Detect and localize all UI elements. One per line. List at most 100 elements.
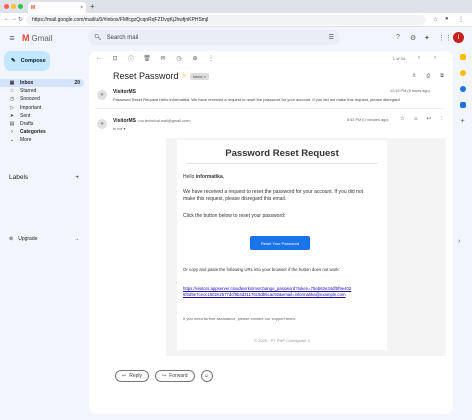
browser-tab[interactable]: M ×: [28, 2, 86, 13]
thread-actions: ⇕ ⎙ ⧉: [412, 73, 444, 79]
report-spam-icon[interactable]: ⓘ: [125, 54, 137, 63]
forward-button[interactable]: ↪ Forward: [155, 370, 195, 382]
emoji-button[interactable]: ☺: [200, 370, 213, 382]
sidebar-item-label: Important: [20, 104, 42, 111]
search-options-icon[interactable]: ☰: [329, 34, 334, 41]
main-menu-icon[interactable]: ≡: [7, 33, 17, 43]
star-icon[interactable]: ☆: [400, 116, 405, 122]
contacts-icon[interactable]: [459, 102, 466, 108]
tasks-icon[interactable]: [459, 86, 466, 92]
archive-icon[interactable]: ⊡: [109, 55, 121, 62]
url-text: https://mail.google.com/mail/u/0/#inbox/…: [32, 17, 209, 23]
forward-label: Forward: [169, 373, 188, 379]
window-minimize-dot[interactable]: [11, 4, 16, 9]
expand-all-icon[interactable]: ⇕: [412, 73, 416, 79]
url-bar[interactable]: https://mail.google.com/mail/u/0/#inbox/…: [26, 15, 426, 25]
upgrade-icon: ⊚: [9, 236, 14, 242]
sidebar-item-more[interactable]: ⌄ More: [0, 136, 84, 144]
sidebar-item-drafts[interactable]: ▤ Drafts: [0, 120, 84, 128]
email-paragraph: Or copy and paste the following URL into…: [183, 267, 340, 272]
add-addon-icon[interactable]: +: [460, 118, 464, 125]
subject-text: Reset Password: [113, 71, 179, 81]
window-close-dot[interactable]: [4, 4, 9, 9]
gmail-logo[interactable]: M Gmail: [22, 33, 52, 43]
clock-icon: ◷: [9, 96, 15, 103]
snooze-icon[interactable]: ◷: [173, 55, 185, 62]
greeting-prefix: Hello: [183, 174, 196, 180]
help-icon[interactable]: ?: [396, 34, 400, 41]
chevron-right-icon: ›: [11, 129, 13, 136]
recipient-dropdown[interactable]: to me ▾: [113, 126, 191, 131]
browser-menu-icon[interactable]: ⋮: [458, 16, 464, 23]
forward-icon[interactable]: →: [11, 16, 17, 22]
message-time: 6:53 PM (0 minutes ago): [347, 118, 389, 122]
sender-email: <no.technical.mail@gmail.com>: [137, 119, 192, 123]
reset-link[interactable]: https://visitors.appserver.cloudworks/ms…: [183, 286, 353, 298]
keep-icon[interactable]: [459, 70, 466, 76]
title-divider: [186, 163, 378, 164]
back-icon[interactable]: ←: [4, 16, 10, 22]
message-toolbar: ← ⊡ ⓘ 🗑︎ ✉ ◷ ⊕ ⋮ 1 of 34 ‹ ›: [93, 53, 445, 63]
gemini-icon[interactable]: ✦: [424, 34, 430, 42]
compose-button[interactable]: ✎ Compose: [4, 51, 50, 71]
older-icon[interactable]: ›: [429, 55, 441, 61]
important-icon: ▷: [10, 104, 14, 111]
open-new-window-icon[interactable]: ⧉: [440, 73, 444, 79]
important-marker-icon[interactable]: »: [183, 73, 186, 79]
reply-icon[interactable]: ↩: [427, 116, 432, 122]
newer-icon[interactable]: ‹: [413, 55, 425, 61]
sender-avatar: ●: [97, 90, 107, 100]
upgrade-button[interactable]: ⊚ Upgrade →: [9, 236, 79, 242]
reset-password-button[interactable]: Reset Your Password: [250, 236, 310, 250]
window-maximize-dot[interactable]: [18, 4, 23, 9]
draft-icon: ▤: [9, 121, 15, 128]
sidebar-item-starred[interactable]: ☆ Starred: [0, 87, 84, 95]
reload-icon[interactable]: ↻: [18, 16, 23, 23]
compose-label: Compose: [20, 58, 46, 64]
gmail-favicon-icon: M: [31, 4, 36, 11]
new-tab-button[interactable]: +: [90, 2, 95, 11]
message-actions: ☆ ☺ ↩ ⋮: [400, 116, 445, 122]
sidebar-item-important[interactable]: ▷ Important: [0, 104, 84, 112]
arrow-right-icon: →: [74, 236, 79, 242]
sidebar-item-snoozed[interactable]: ◷ Snoozed: [0, 95, 84, 103]
search-icon[interactable]: 🔍︎: [94, 34, 102, 41]
sidebar-item-label: More: [20, 137, 32, 144]
emoji-react-icon[interactable]: ☺: [413, 116, 419, 122]
print-icon[interactable]: ⎙: [426, 73, 430, 79]
settings-icon[interactable]: ⚙: [410, 34, 416, 42]
send-icon: ➤: [9, 112, 15, 119]
sidebar-item-label: Starred: [20, 88, 37, 95]
reply-label: Reply: [129, 373, 142, 379]
expand-side-panel-icon[interactable]: ›: [458, 238, 460, 245]
delete-icon[interactable]: 🗑︎: [141, 55, 153, 62]
sidebar-item-categories[interactable]: › Categories: [0, 128, 84, 136]
sidebar-item-inbox[interactable]: ▣ Inbox 20: [0, 79, 84, 88]
pagination-text: 1 of 34: [392, 55, 405, 61]
labels-heading: Labels: [9, 174, 29, 181]
reply-button[interactable]: ↩ Reply: [115, 370, 149, 382]
profile-icon[interactable]: ●: [445, 16, 449, 22]
inbox-icon: ▣: [9, 80, 15, 87]
email-footer: © 2025 - PT PHP Codeigniter 4: [254, 338, 310, 343]
mark-unread-icon[interactable]: ✉: [157, 55, 169, 62]
add-task-icon[interactable]: ⊕: [189, 55, 201, 62]
sender-avatar: ●: [97, 119, 107, 129]
inbox-label-chip[interactable]: Inbox ×: [189, 72, 210, 80]
apps-icon[interactable]: ⋮⋮: [438, 34, 452, 42]
account-avatar[interactable]: I: [453, 32, 464, 43]
sender-name: VisitorMS: [113, 118, 136, 124]
tab-close-icon[interactable]: ×: [80, 5, 83, 11]
back-arrow-icon[interactable]: ←: [93, 55, 105, 61]
help-text: If you need further assistance, please c…: [183, 316, 296, 321]
bookmark-icon[interactable]: ☆: [433, 16, 438, 23]
search-input[interactable]: 🔍︎ Search mail ☰: [88, 30, 340, 45]
more-icon[interactable]: ⋮: [205, 55, 217, 62]
add-label-icon[interactable]: +: [75, 174, 79, 181]
gmail-m-icon: M: [22, 33, 30, 43]
calendar-icon[interactable]: [459, 54, 466, 60]
sidebar-item-sent[interactable]: ➤ Sent: [0, 112, 84, 120]
more-icon[interactable]: ⋮: [439, 116, 445, 122]
sender-line: VisitorMS <no.technical.mail@gmail.com>: [113, 118, 191, 124]
labels-header: Labels +: [9, 174, 79, 181]
